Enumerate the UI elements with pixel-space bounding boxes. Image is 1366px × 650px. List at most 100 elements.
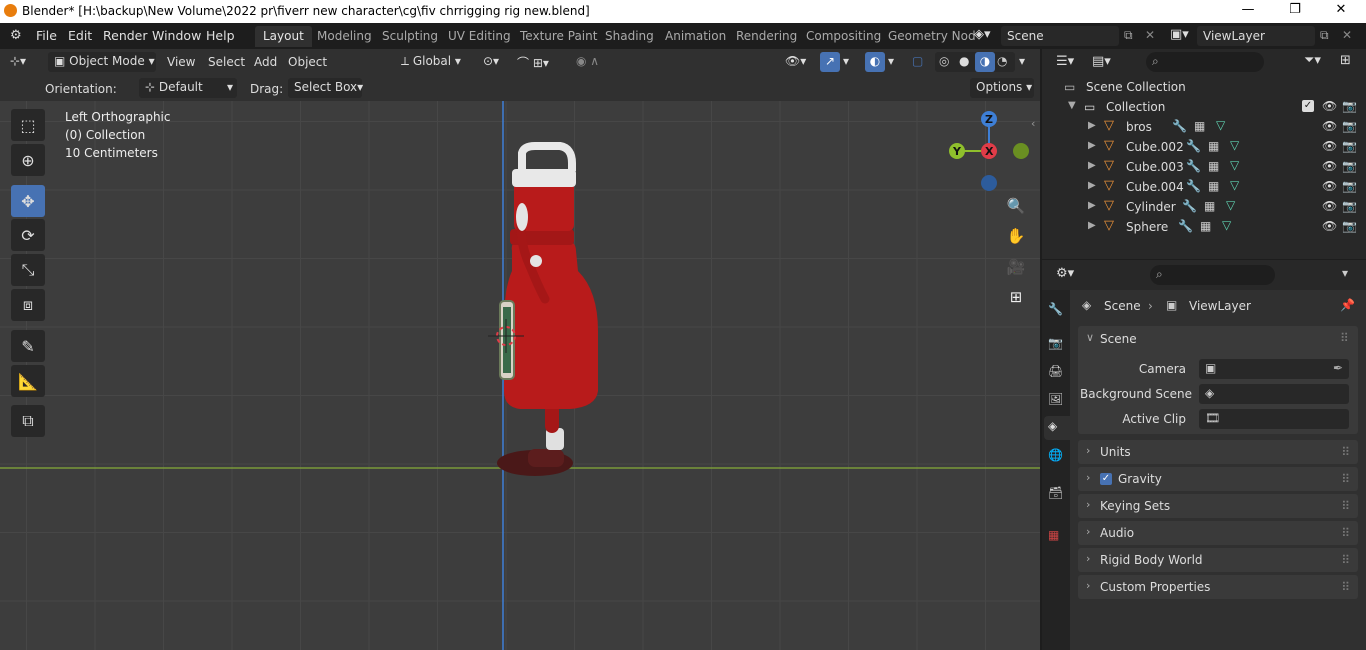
menu-view[interactable]: View [167,55,195,69]
render-camera-icon[interactable]: 📷 [1342,199,1357,213]
drag-dropdown[interactable]: Select Box▾ [288,78,363,98]
eyedropper-icon[interactable]: ✒ [1333,361,1343,375]
options-dropdown[interactable]: Options ▾ [970,78,1034,98]
visibility-eye-icon[interactable]: 👁 [1322,199,1337,213]
menu-render[interactable]: Render [103,28,148,43]
scene-name-field[interactable]: Scene [1001,26,1119,46]
properties-panel[interactable]: › Keying Sets ⠿ [1078,494,1358,518]
scene-panel-title[interactable]: Scene [1100,332,1137,346]
scene-selector-icon[interactable]: ◈▾ [974,27,1000,46]
shading-dropdown-icon[interactable]: ▾ [1019,54,1025,68]
tab-layout[interactable]: Layout [255,26,312,47]
drag-handle-icon[interactable]: ⠿ [1341,553,1350,567]
tab-geometry-nodes[interactable]: Geometry Nod [880,26,984,47]
world-tab-icon[interactable]: 🌐 [1048,448,1063,462]
mesh-data-icon[interactable]: ▽ [1230,138,1239,152]
expand-arrow-icon[interactable]: ▶ [1088,200,1096,211]
menu-window[interactable]: Window [152,28,201,43]
new-collection-icon[interactable]: ⊞ [1340,53,1351,68]
ortho-grid-icon[interactable]: ⊞ [1002,283,1030,311]
add-cube-tool-icon[interactable]: ⧉ [11,405,45,437]
outliner-object-row[interactable]: ▶ ▽ Cylinder 🔧 ▦ ▽ 👁 📷 [1042,197,1366,217]
editor-type-icon[interactable]: ⊹▾ [10,54,26,68]
constraint-icon[interactable]: ▦ [1204,199,1215,213]
visibility-eye-icon[interactable]: 👁 [1322,119,1337,133]
drag-handle-icon[interactable]: ⠿ [1341,526,1350,540]
constraint-icon[interactable]: ▦ [1208,139,1219,153]
close-button[interactable]: ✕ [1326,2,1356,20]
camera-field[interactable]: ▣ ✒ [1199,359,1349,379]
properties-panel[interactable]: › Units ⠿ [1078,440,1358,464]
mesh-data-icon[interactable]: ▽ [1216,118,1225,132]
outliner-editor-type-icon[interactable]: ☰▾ [1056,54,1074,69]
menu-file[interactable]: File [36,28,57,43]
outliner-collection[interactable]: ▼ ▭ Collection ✓ 👁 📷 [1042,97,1366,117]
outliner-object-row[interactable]: ▶ ▽ bros 🔧 ▦ ▽ 👁 📷 [1042,117,1366,137]
sidebar-toggle-icon[interactable]: ‹ [1031,117,1035,130]
tab-uv-editing[interactable]: UV Editing [440,26,519,47]
xray-toggle-icon[interactable]: ▢ [912,54,923,68]
transform-orientation-dropdown[interactable]: ⟂ Global ▾ [395,52,473,72]
new-viewlayer-icon[interactable]: ⧉ [1320,28,1329,43]
expand-arrow-icon[interactable]: ▶ [1088,220,1096,231]
outliner-object-row[interactable]: ▶ ▽ Sphere 🔧 ▦ ▽ 👁 📷 [1042,217,1366,237]
visibility-eye-icon[interactable]: 👁 [1322,159,1337,173]
modifier-wrench-icon[interactable]: 🔧 [1186,179,1201,193]
menu-edit[interactable]: Edit [68,28,92,43]
render-camera-icon[interactable]: 📷 [1342,179,1357,193]
visibility-eye-icon[interactable]: 👁 [1322,139,1337,153]
expand-arrow-icon[interactable]: ▼ [1068,100,1076,111]
active-clip-field[interactable]: 🎞 [1199,409,1349,429]
filter-icon[interactable]: ⏷▾ [1304,53,1321,68]
drag-handle-icon[interactable]: ⠿ [1341,580,1350,594]
maximize-button[interactable]: ❐ [1280,2,1310,20]
mesh-data-icon[interactable]: ▽ [1230,158,1239,172]
modifier-wrench-icon[interactable]: 🔧 [1182,199,1197,213]
render-camera-icon[interactable]: 📷 [1342,99,1357,113]
render-camera-icon[interactable]: 📷 [1342,139,1357,153]
camera-view-icon[interactable]: 🎥 [1002,253,1030,281]
render-camera-icon[interactable]: 📷 [1342,119,1357,133]
pan-hand-icon[interactable]: ✋ [1002,222,1030,250]
transform-tool-icon[interactable]: ⧈ [11,289,45,321]
gravity-checkbox[interactable]: ✓ [1100,473,1112,485]
drag-handle-icon[interactable]: ⠿ [1341,445,1350,459]
overlays-toggle-icon[interactable]: ◐ [865,52,885,72]
tab-texture-paint[interactable]: Texture Paint [512,26,605,47]
mesh-data-icon[interactable]: ▽ [1222,218,1231,232]
drag-handle-icon[interactable]: ⠿ [1340,331,1349,345]
rendered-shading-icon[interactable]: ◔ [997,54,1007,68]
expand-arrow-icon[interactable]: ▶ [1088,160,1096,171]
tab-rendering[interactable]: Rendering [728,26,805,47]
properties-panel[interactable]: › Audio ⠿ [1078,521,1358,545]
scene-tab-icon[interactable]: ◈ [1044,416,1070,440]
menu-object[interactable]: Object [288,55,327,69]
properties-panel[interactable]: › Rigid Body World ⠿ [1078,548,1358,572]
new-scene-icon[interactable]: ⧉ [1124,28,1133,43]
drag-handle-icon[interactable]: ⠿ [1341,472,1350,486]
menu-add[interactable]: Add [254,55,277,69]
3d-viewport[interactable]: Left Orthographic (0) Collection 10 Cent… [0,101,1040,650]
blender-menu-icon[interactable]: ⚙ [10,28,22,43]
constraint-icon[interactable]: ▦ [1208,159,1219,173]
solid-shading-icon[interactable]: ● [959,54,969,68]
outliner-object-row[interactable]: ▶ ▽ Cube.004 🔧 ▦ ▽ 👁 📷 [1042,177,1366,197]
tool-tab-icon[interactable]: 🔧 [1048,302,1063,316]
properties-panel[interactable]: › ✓ Gravity ⠿ [1078,467,1358,491]
modifier-wrench-icon[interactable]: 🔧 [1172,119,1187,133]
properties-editor-type-icon[interactable]: ⚙▾ [1056,266,1074,281]
properties-options-icon[interactable]: ▾ [1342,266,1348,280]
overlays-dropdown-icon[interactable]: ▾ [888,54,894,68]
display-mode-icon[interactable]: ▤▾ [1092,54,1111,69]
gizmo-toggle-icon[interactable]: ↗ [820,52,840,72]
viewlayer-selector-icon[interactable]: ▣▾ [1170,27,1189,42]
outliner-search-input[interactable]: ⌕ [1146,52,1264,72]
expand-arrow-icon[interactable]: ▶ [1088,120,1096,131]
expand-arrow-icon[interactable]: ▶ [1088,140,1096,151]
mesh-data-icon[interactable]: ▽ [1230,178,1239,192]
cursor-tool-icon[interactable]: ⊕ [11,144,45,176]
select-box-tool-icon[interactable]: ⬚ [11,109,45,141]
render-tab-icon[interactable]: 📷 [1048,336,1063,350]
rotate-tool-icon[interactable]: ⟳ [11,219,45,251]
modifier-wrench-icon[interactable]: 🔧 [1186,139,1201,153]
